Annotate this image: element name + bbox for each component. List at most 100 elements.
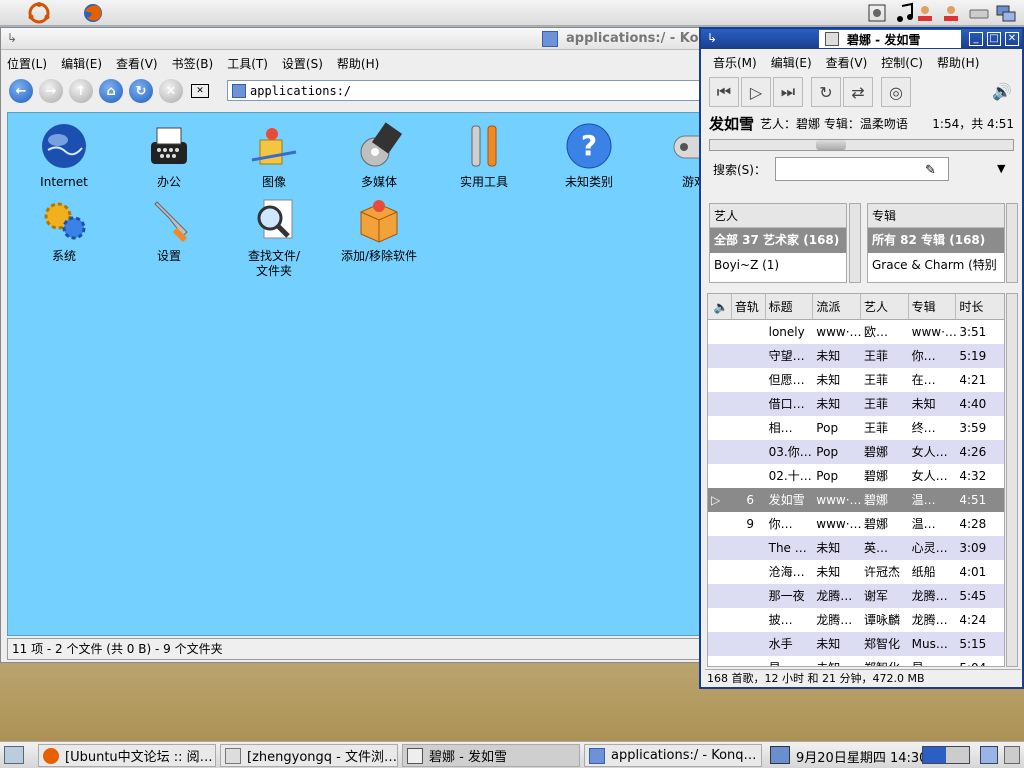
artist-row[interactable]: Boyi~Z (1) — [710, 253, 846, 278]
playlist-row[interactable]: 星…未知郑智化星…5:04 — [708, 656, 1004, 666]
playlist-scrollbar[interactable] — [1006, 293, 1018, 667]
col-length[interactable]: 时长 — [956, 294, 1004, 319]
settings-applet-icon[interactable] — [866, 2, 888, 24]
menu-edit[interactable]: 编辑(E) — [771, 54, 812, 71]
artist-row-all[interactable]: 全部 37 艺术家 (168) — [710, 228, 846, 253]
clock[interactable]: 9月20日星期四 14:30 — [796, 747, 927, 766]
previous-button[interactable]: ⏮ — [709, 77, 739, 107]
album-row-all[interactable]: 所有 82 专辑 (168) — [868, 228, 1004, 253]
drive-icon[interactable] — [968, 2, 990, 24]
back-button[interactable]: ← — [9, 79, 33, 103]
folder-games[interactable]: 游戏 — [644, 121, 700, 190]
artist-header[interactable]: 艺人 — [710, 204, 846, 228]
playlist-row[interactable]: ▷ 6 发如雪 www·… 碧娜 温… 4:51 — [708, 488, 1004, 512]
folder-system[interactable]: 系统 — [14, 195, 114, 264]
folder-utilities[interactable]: 实用工具 — [434, 121, 534, 190]
folder-add-remove[interactable]: 添加/移除软件 — [329, 195, 429, 264]
playlist-row[interactable]: 守望… 未知 王菲 你… 5:19 — [708, 344, 1004, 368]
workspace-1[interactable] — [923, 747, 946, 763]
home-button[interactable]: ⌂ — [99, 79, 123, 103]
play-button[interactable]: ▷ — [741, 77, 771, 107]
firefox-icon[interactable] — [82, 2, 104, 24]
artist-scrollbar[interactable] — [849, 203, 861, 283]
menu-edit[interactable]: 编辑(E) — [61, 55, 102, 72]
window-menu-icon[interactable]: ↳ — [707, 31, 717, 45]
next-button[interactable]: ⏭ — [773, 77, 803, 107]
col-title[interactable]: 标题 — [766, 294, 814, 319]
album-scrollbar[interactable] — [1006, 203, 1018, 283]
network-icon[interactable] — [994, 2, 1016, 24]
task-firefox[interactable]: [Ubuntu中文论坛 :: 阅… — [38, 744, 216, 767]
window-menu-icon[interactable]: ↳ — [7, 31, 17, 45]
workspace-2[interactable] — [946, 747, 969, 763]
user-icon[interactable] — [914, 2, 936, 24]
menu-view[interactable]: 查看(V) — [116, 55, 158, 72]
menu-settings[interactable]: 设置(S) — [282, 55, 323, 72]
playlist-row[interactable]: 相… Pop 王菲 终… 3:59 — [708, 416, 1004, 440]
menu-help[interactable]: 帮助(H) — [937, 54, 979, 71]
konqueror-titlebar[interactable]: ↳ applications:/ - Kon — [1, 28, 708, 50]
album-row[interactable]: Grace & Charm (特别 — [868, 253, 1004, 278]
folder-office[interactable]: 办公 — [119, 121, 219, 190]
album-header[interactable]: 专辑 — [868, 204, 1004, 228]
playlist-row[interactable]: The … 未知 英… 心灵… 3:09 — [708, 536, 1004, 560]
maximize-button[interactable]: □ — [987, 32, 1001, 46]
playlist-row[interactable]: 借口… 未知 王菲 未知 4:40 — [708, 392, 1004, 416]
folder-settings[interactable]: 设置 — [119, 195, 219, 264]
playlist-row[interactable]: 沧海… 未知 许冠杰 纸船 4:01 — [708, 560, 1004, 584]
task-amarok[interactable]: 碧娜 - 发如雪 — [402, 744, 580, 767]
playlist-row[interactable]: lonely www·… 欧… www·… 3:51 — [708, 320, 1004, 344]
show-desktop-button[interactable] — [4, 746, 24, 764]
media-device-button[interactable]: ◎ — [881, 77, 911, 107]
playlist-row[interactable]: 披… 龙腾… 谭咏麟 龙腾… 4:24 — [708, 608, 1004, 632]
search-input[interactable] — [775, 157, 949, 181]
reload-button[interactable]: ↻ — [129, 79, 153, 103]
folder-multimedia[interactable]: 多媒体 — [329, 121, 429, 190]
seek-slider[interactable] — [709, 139, 1014, 151]
volume-icon[interactable]: 🔊 — [992, 82, 1012, 101]
folder-graphics[interactable]: 图像 — [224, 121, 324, 190]
user-alt-icon[interactable] — [940, 2, 962, 24]
ubuntu-logo-icon[interactable] — [28, 2, 50, 24]
close-button[interactable]: ✕ — [1005, 32, 1019, 46]
menu-view[interactable]: 查看(V) — [826, 54, 868, 71]
col-volume[interactable]: 🔈 — [708, 294, 732, 319]
shuffle-button[interactable]: ⇄ — [843, 77, 873, 107]
file-view[interactable]: Internet 办公 图像 多媒体 实用工具 ? 未知类别 游戏 系 — [7, 112, 701, 636]
playlist-row[interactable]: 03.你… Pop 碧娜 女人… 4:26 — [708, 440, 1004, 464]
col-artist[interactable]: 艺人 — [861, 294, 909, 319]
amarok-titlebar[interactable]: ↳ 碧娜 - 发如雪 _ □ ✕ — [701, 29, 1022, 49]
repeat-button[interactable]: ↻ — [811, 77, 841, 107]
playlist-row[interactable]: 但愿… 未知 王菲 在… 4:21 — [708, 368, 1004, 392]
menu-control[interactable]: 控制(C) — [881, 54, 923, 71]
folder-internet[interactable]: Internet — [14, 121, 114, 190]
window-list-icon[interactable] — [1004, 746, 1020, 764]
task-konqueror[interactable]: applications:/ - Konq… — [584, 744, 762, 767]
col-album[interactable]: 专辑 — [909, 294, 957, 319]
clear-location-button[interactable]: ✕ — [191, 84, 209, 98]
col-genre[interactable]: 流派 — [813, 294, 861, 319]
stop-button[interactable]: ✕ — [159, 79, 183, 103]
chevron-down-icon[interactable]: ▼ — [997, 162, 1005, 175]
menu-bookmarks[interactable]: 书签(B) — [172, 55, 214, 72]
address-bar[interactable]: applications:/ — [227, 80, 701, 101]
menu-tools[interactable]: 工具(T) — [227, 55, 268, 72]
playlist-row[interactable]: 水手 未知 郑智化 Mus… 5:15 — [708, 632, 1004, 656]
network-tray-icon[interactable] — [770, 746, 790, 764]
forward-button[interactable]: → — [39, 79, 63, 103]
menu-help[interactable]: 帮助(H) — [337, 55, 379, 72]
up-button[interactable]: ↑ — [69, 79, 93, 103]
folder-find[interactable]: 查找文件/ 文件夹 — [224, 195, 324, 279]
playlist-row[interactable]: 9 你… www·… 碧娜 温… 4:28 — [708, 512, 1004, 536]
music-note-icon[interactable] — [894, 2, 916, 24]
playlist-row[interactable]: 02.十… Pop 碧娜 女人… 4:32 — [708, 464, 1004, 488]
seek-knob[interactable] — [816, 140, 846, 150]
minimize-button[interactable]: _ — [969, 32, 983, 46]
menu-location[interactable]: 位置(L) — [7, 55, 47, 72]
menu-music[interactable]: 音乐(M) — [713, 54, 757, 71]
col-track[interactable]: 音轨 — [732, 294, 766, 319]
playlist-row[interactable]: 那一夜 龙腾… 谢军 龙腾… 5:45 — [708, 584, 1004, 608]
clear-search-icon[interactable]: ✎ — [925, 163, 936, 178]
trash-icon[interactable] — [980, 746, 998, 764]
folder-unknown[interactable]: ? 未知类别 — [539, 121, 639, 190]
